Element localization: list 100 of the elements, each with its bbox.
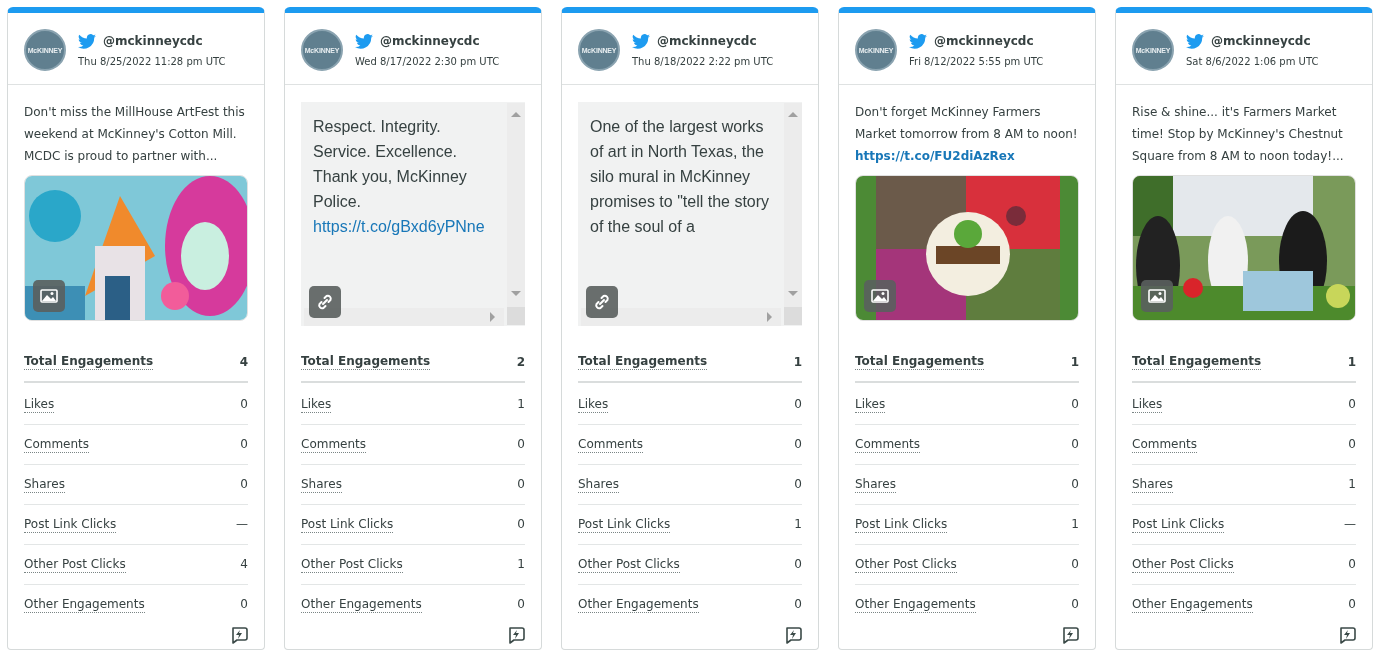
timestamp: Fri 8/12/2022 5:55 pm UTC [909,55,1044,67]
metric-value: 1 [1348,477,1356,492]
metric-label: Comments [855,436,921,453]
metric-value: 0 [240,437,248,452]
metric-label: Other Post Clicks [1132,556,1234,573]
comment-bolt-icon[interactable] [230,626,248,644]
scrollbar[interactable] [578,308,784,326]
comment-bolt-icon[interactable] [784,626,802,644]
image-icon [1141,280,1173,312]
link[interactable]: https://t.co/gBxd6yPNne [313,218,485,235]
metric-label: Comments [1132,436,1198,453]
account-handle[interactable]: @mckinneycdc [103,34,203,48]
scrollbar[interactable] [301,308,507,326]
metric-value: 4 [239,354,248,370]
metric-value: 1 [1347,354,1356,370]
post-text: One of the largest works of art in North Texas, the silo mural in McKinney promises to "tell the story of the soul of a [590,117,771,237]
metric-label: Likes [855,396,886,413]
metric-value: 0 [1071,437,1079,452]
metric-label: Other Post Clicks [855,556,957,573]
metric-label: Comments [301,436,367,453]
metric-value: 0 [517,477,525,492]
account-handle[interactable]: @mckinneycdc [657,34,757,48]
metric-value: 0 [1071,477,1079,492]
account-handle[interactable]: @mckinneycdc [1211,34,1311,48]
metric-label: Post Link Clicks [301,516,394,533]
bird-icon [909,33,927,49]
bird-icon [632,33,650,49]
metric-value: 0 [240,397,248,412]
metric-label: Other Post Clicks [301,556,403,573]
metric-label: Other Engagements [24,596,145,613]
link[interactable]: https://t.co/FU2diAzRex [855,149,1015,163]
metric-label: Shares [578,476,619,493]
metric-label: Total Engagements [24,354,154,370]
metric-label: Total Engagements [578,354,708,370]
bird-icon [78,33,96,49]
metric-value: 0 [517,597,525,612]
metric-label: Comments [578,436,644,453]
metric-value: 1 [793,354,802,370]
metric-label: Likes [24,396,55,413]
metric-value: 4 [240,557,248,572]
metric-value: 0 [1348,397,1356,412]
metric-value: 0 [517,517,525,532]
comment-bolt-icon[interactable] [507,626,525,644]
metric-value: — [1344,517,1356,532]
metric-label: Other Engagements [855,596,976,613]
metric-label: Likes [301,396,332,413]
timestamp: Sat 8/6/2022 1:06 pm UTC [1186,55,1319,67]
metric-value: 1 [517,397,525,412]
metric-value: 0 [1348,557,1356,572]
metric-label: Shares [301,476,342,493]
metric-value: 0 [794,557,802,572]
post-text: Respect. Integrity. Service. Excellence. Thank you, McKinney Police. https://t.co/gBxd6yPNne [313,117,486,237]
metric-value: 0 [1071,397,1079,412]
scrollbar[interactable] [507,102,525,326]
scrollbar[interactable] [784,102,802,326]
bird-icon [355,33,373,49]
post-text: Rise & shine... it's Farmers Market time! Stop by McKinney's Chestnut Square from 8 AM to noon today!... [1132,104,1345,165]
comment-bolt-icon[interactable] [1061,626,1079,644]
timestamp: Thu 8/18/2022 2:22 pm UTC [632,55,774,67]
metric-value: 0 [1348,597,1356,612]
metric-label: Likes [578,396,609,413]
metric-label: Post Link Clicks [578,516,671,533]
metric-value: 0 [794,597,802,612]
metric-label: Shares [24,476,65,493]
comment-bolt-icon[interactable] [1338,626,1356,644]
metric-value: 0 [517,437,525,452]
metric-value: 0 [1071,557,1079,572]
account-handle[interactable]: @mckinneycdc [380,34,480,48]
link-icon [586,286,618,318]
metric-value: — [236,517,248,532]
metric-label: Post Link Clicks [1132,516,1225,533]
metric-label: Other Engagements [301,596,422,613]
bird-icon [1186,33,1204,49]
metric-value: 0 [794,477,802,492]
link-icon [309,286,341,318]
metric-label: Other Engagements [1132,596,1253,613]
timestamp: Wed 8/17/2022 2:30 pm UTC [355,55,500,67]
metric-label: Likes [1132,396,1163,413]
metric-label: Post Link Clicks [855,516,948,533]
metric-label: Other Post Clicks [24,556,126,573]
metric-value: 0 [794,397,802,412]
image-icon [864,280,896,312]
metric-value: 2 [516,354,525,370]
account-handle[interactable]: @mckinneycdc [934,34,1034,48]
metric-label: Total Engagements [855,354,985,370]
metric-value: 0 [240,477,248,492]
metric-label: Other Post Clicks [578,556,680,573]
metric-label: Comments [24,436,90,453]
metric-value: 1 [517,557,525,572]
metric-label: Other Engagements [578,596,699,613]
metric-label: Shares [1132,476,1173,493]
post-text: Don't miss the MillHouse ArtFest this weekend at McKinney's Cotton Mill. MCDC is proud to partner with... [24,104,246,165]
metric-label: Shares [855,476,896,493]
metric-label: Total Engagements [301,354,431,370]
image-icon [33,280,65,312]
metric-value: 0 [794,437,802,452]
metric-value: 1 [1070,354,1079,370]
timestamp: Thu 8/25/2022 11:28 pm UTC [78,55,226,67]
metric-label: Total Engagements [1132,354,1262,370]
metric-value: 1 [1071,517,1079,532]
